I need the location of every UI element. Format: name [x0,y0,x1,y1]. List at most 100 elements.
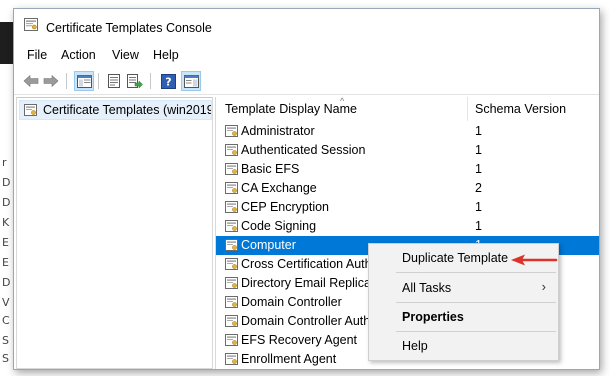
toolbar-separator [98,73,99,89]
menu-item-label: Duplicate Template [402,251,509,265]
background-char: r [2,156,7,169]
background-char: E [2,236,9,249]
table-row[interactable]: CEP Encryption 1 [216,198,599,217]
certificate-template-icon [225,125,238,137]
column-header-label: Template Display Name [225,102,357,116]
schema-version: 1 [475,200,482,214]
menu-bar: File Action View Help [14,47,599,67]
forward-icon [43,74,59,88]
table-row[interactable]: Administrator 1 [216,122,599,141]
menu-item-properties[interactable]: Properties [369,306,558,328]
properties-button[interactable] [104,71,124,91]
certificate-template-icon [225,239,238,251]
show-action-pane-button[interactable] [181,71,201,91]
background-char: K [2,216,10,229]
tree-item-label: Certificate Templates (win2019.v [43,103,212,117]
mmc-window: Certificate Templates Console File Actio… [13,8,600,370]
menu-separator [396,272,556,273]
template-name: CA Exchange [241,181,317,195]
schema-version: 2 [475,181,482,195]
certificate-template-icon [225,296,238,308]
certificate-template-icon [225,277,238,289]
menu-file[interactable]: File [25,47,49,63]
toolbar-separator [150,73,151,89]
help-button[interactable]: ? [158,71,178,91]
certificate-template-icon [225,201,238,213]
show-hide-tree-icon [76,74,92,88]
toolbar: ? [14,69,599,95]
properties-icon [108,74,120,88]
sort-ascending-icon: ^ [340,97,345,106]
menu-item-help[interactable]: Help [369,335,558,357]
template-name: Administrator [241,124,315,138]
export-list-button[interactable] [125,71,145,91]
svg-text:?: ? [165,75,171,88]
menu-separator [396,302,556,303]
submenu-chevron-icon: › [541,279,546,294]
show-hide-tree-button[interactable] [74,71,94,91]
template-name: Basic EFS [241,162,300,176]
background-edge: r D D K E E D V C S S [0,0,14,376]
certificate-template-icon [225,353,238,365]
forward-button[interactable] [41,71,61,91]
background-char: D [2,176,11,189]
table-row[interactable]: Code Signing 1 [216,217,599,236]
annotation-arrow-icon [511,254,558,266]
background-char: S [2,334,9,347]
background-char: E [2,256,9,269]
column-header-display-name[interactable]: Template Display Name ^ [216,97,468,121]
template-name: EFS Recovery Agent [241,333,358,347]
template-name: Domain Controller Auth [241,314,371,328]
certificate-template-icon [225,144,238,156]
template-name: Domain Controller [241,295,342,309]
certificate-template-icon [225,315,238,327]
background-char: D [2,196,11,209]
certificate-template-icon [225,334,238,346]
column-header-schema-version[interactable]: Schema Version [468,97,598,121]
certificate-template-icon [225,163,238,175]
toolbar-separator [66,73,67,89]
schema-version: 1 [475,143,482,157]
background-dark-strip [0,22,14,64]
menu-item-label: Properties [402,310,464,324]
back-button[interactable] [21,71,41,91]
console-tree-pane: Certificate Templates (win2019.v [16,97,213,369]
schema-version: 1 [475,219,482,233]
table-row[interactable]: Basic EFS 1 [216,160,599,179]
menu-help[interactable]: Help [151,47,181,63]
certificate-template-icon [225,220,238,232]
tree-item-certificate-templates[interactable]: Certificate Templates (win2019.v [19,100,212,120]
menu-action[interactable]: Action [59,47,98,63]
template-name: Code Signing [241,219,317,233]
template-name: Directory Email Replicati [241,276,378,290]
window-title: Certificate Templates Console [46,21,212,35]
show-action-pane-icon [183,74,199,88]
menu-view[interactable]: View [110,47,141,63]
title-bar[interactable]: Certificate Templates Console [14,9,599,39]
template-name: Enrollment Agent [241,352,337,366]
template-name: Computer [241,238,296,252]
schema-version: 1 [475,162,482,176]
menu-item-all-tasks[interactable]: All Tasks › [369,277,558,299]
template-name: Authenticated Session [241,143,366,157]
template-name: Cross Certification Auth [241,257,372,271]
background-char: V [2,296,10,309]
menu-item-label: All Tasks [402,281,452,295]
background-char: D [2,276,11,289]
background-char: S [2,352,9,365]
table-row[interactable]: Authenticated Session 1 [216,141,599,160]
back-icon [23,74,39,88]
certificate-console-icon [24,18,38,31]
export-list-icon [127,74,143,88]
table-row[interactable]: CA Exchange 2 [216,179,599,198]
menu-separator [396,331,556,332]
help-icon: ? [160,73,176,89]
background-char: C [2,314,10,327]
certificate-template-icon [24,103,37,116]
certificate-template-icon [225,182,238,194]
certificate-template-icon [225,258,238,270]
column-header-label: Schema Version [475,102,567,116]
menu-item-label: Help [402,339,428,353]
schema-version: 1 [475,124,482,138]
template-name: CEP Encryption [241,200,330,214]
